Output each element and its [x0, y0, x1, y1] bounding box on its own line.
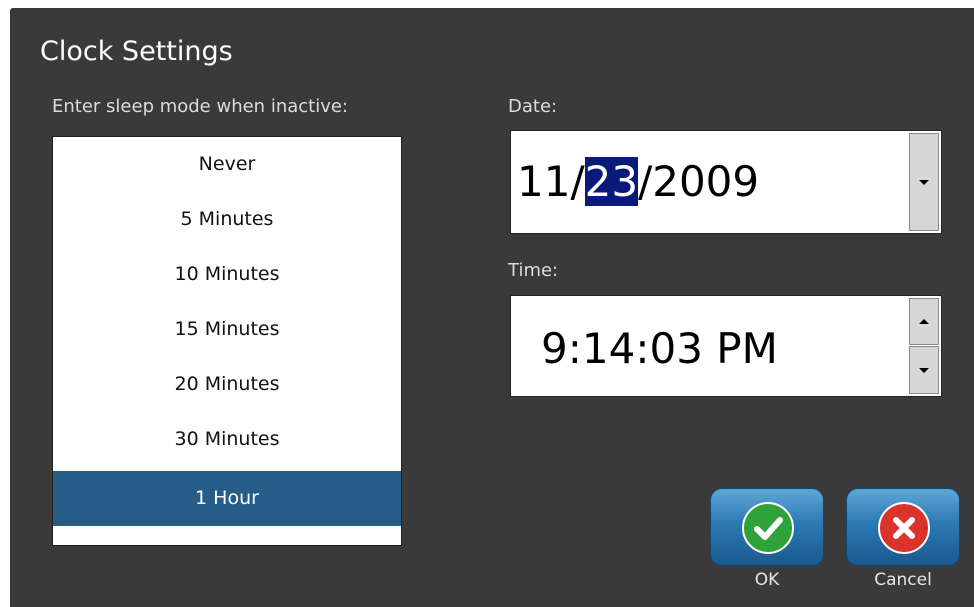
sleep-mode-label: Enter sleep mode when inactive:	[52, 96, 348, 117]
list-item-15-minutes[interactable]: 15 Minutes	[53, 302, 401, 357]
date-field[interactable]: 11/23/2009	[510, 130, 942, 234]
cancel-button[interactable]	[846, 488, 960, 566]
time-increment-button[interactable]	[909, 298, 939, 345]
ok-button[interactable]	[710, 488, 824, 566]
date-separator: /	[638, 157, 653, 206]
date-month[interactable]: 11	[517, 157, 570, 206]
clock-settings-dialog: Clock Settings Enter sleep mode when ina…	[10, 8, 974, 607]
checkmark-icon	[742, 502, 794, 554]
chevron-down-icon	[919, 179, 929, 185]
dialog-title: Clock Settings	[40, 36, 233, 67]
time-field[interactable]: 9:14:03 PM	[510, 295, 942, 397]
sleep-mode-list[interactable]: Never 5 Minutes 10 Minutes 15 Minutes 20…	[52, 136, 402, 546]
triangle-down-icon	[919, 367, 929, 373]
list-item-10-minutes[interactable]: 10 Minutes	[53, 247, 401, 302]
ok-button-label: OK	[754, 570, 780, 590]
date-value[interactable]: 11/23/2009	[517, 157, 759, 206]
list-item-never[interactable]: Never	[53, 137, 401, 192]
date-separator: /	[570, 157, 585, 206]
cancel-button-label: Cancel	[874, 570, 932, 590]
date-year[interactable]: 2009	[652, 157, 759, 206]
list-item-20-minutes[interactable]: 20 Minutes	[53, 357, 401, 412]
x-icon	[878, 502, 930, 554]
list-item-30-minutes[interactable]: 30 Minutes	[53, 412, 401, 467]
time-label: Time:	[508, 260, 559, 281]
time-value[interactable]: 9:14:03 PM	[541, 324, 778, 373]
date-label: Date:	[508, 96, 558, 117]
date-day[interactable]: 23	[584, 157, 639, 206]
list-item-1-hour[interactable]: 1 Hour	[53, 471, 401, 526]
time-decrement-button[interactable]	[909, 346, 939, 394]
list-item-5-minutes[interactable]: 5 Minutes	[53, 192, 401, 247]
triangle-up-icon	[919, 319, 929, 324]
date-dropdown-button[interactable]	[909, 133, 939, 231]
